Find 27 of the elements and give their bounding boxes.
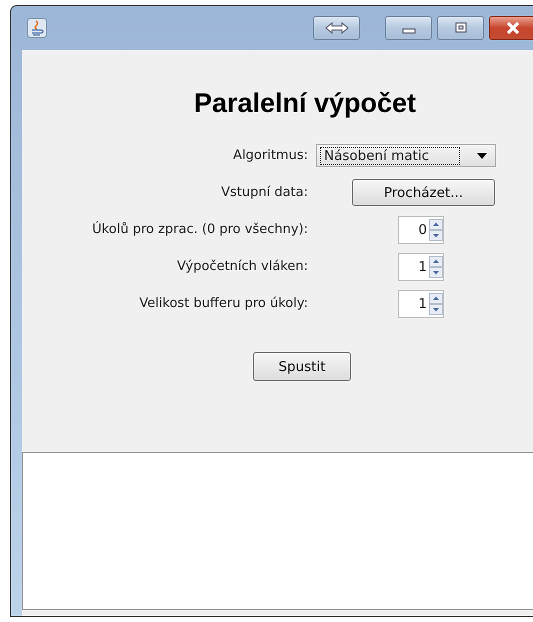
decrement-icon[interactable] — [429, 304, 443, 314]
algorithm-dropdown[interactable]: Násobení matic — [316, 144, 496, 167]
heading: Paralelní výpočet — [192, 88, 418, 119]
minimize-button[interactable] — [385, 16, 432, 40]
run-button[interactable]: Spustit — [253, 352, 351, 381]
maximize-icon — [452, 21, 468, 35]
increment-icon[interactable] — [429, 292, 443, 304]
number-spinner[interactable]: 0 — [398, 216, 444, 244]
field-label: Velikost bufferu pro úkoly: — [138, 295, 308, 313]
number-spinner[interactable]: 1 — [398, 252, 444, 280]
decrement-icon[interactable] — [429, 230, 443, 240]
coffee-cup-icon — [27, 18, 47, 38]
number-spinner[interactable]: 1 — [398, 290, 444, 318]
field-label: Výpočetních vláken: — [176, 258, 308, 276]
field-label: Úkolů pro zprac. (0 pro všechny): — [91, 220, 308, 239]
double-arrow-icon — [324, 21, 350, 35]
maximize-button[interactable] — [437, 16, 484, 40]
field-label: Vstupní data: — [220, 184, 308, 202]
increment-icon[interactable] — [429, 256, 443, 266]
increment-icon[interactable] — [429, 218, 443, 230]
close-button[interactable] — [489, 16, 533, 40]
decrement-icon[interactable] — [429, 266, 443, 278]
resize-button[interactable] — [313, 16, 360, 40]
browse-button[interactable]: Procházet... — [352, 179, 495, 206]
minimize-icon — [402, 28, 416, 34]
dropdown-arrow-icon — [477, 152, 487, 158]
field-label: Algoritmus: — [232, 147, 308, 165]
